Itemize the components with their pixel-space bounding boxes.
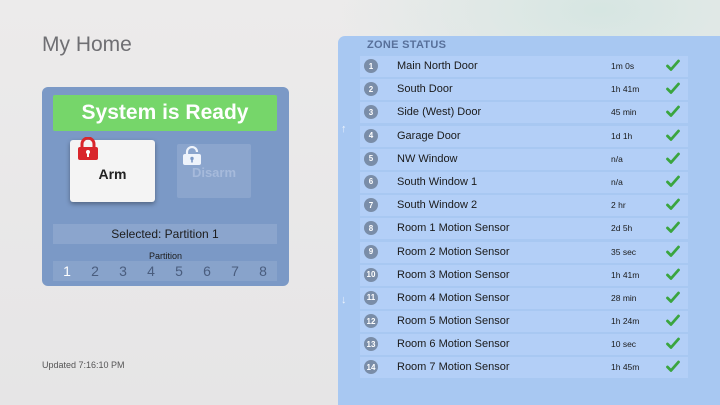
partition-option[interactable]: 8 (259, 263, 267, 279)
zone-number: 10 (364, 267, 378, 282)
zone-number: 13 (364, 337, 378, 352)
zone-row[interactable]: 10 Room 3 Motion Sensor 1h 41m (360, 264, 688, 286)
zone-row[interactable]: 4 Garage Door 1d 1h (360, 125, 688, 147)
zone-number: 14 (364, 360, 378, 375)
system-status-banner: System is Ready (53, 95, 277, 131)
zone-name: Room 4 Motion Sensor (397, 291, 510, 304)
arrow-up-icon[interactable]: ↑ (341, 123, 347, 135)
zone-time: 1m 0s (611, 61, 635, 71)
zone-row[interactable]: 12 Room 5 Motion Sensor 1h 24m (360, 311, 688, 333)
zone-name: Room 2 Motion Sensor (397, 245, 510, 258)
zone-row[interactable]: 3 Side (West) Door 45 min (360, 102, 688, 124)
partition-selector: 1 2 3 4 5 6 7 8 (53, 261, 277, 281)
zone-name: Garage Door (397, 129, 461, 142)
zone-time: 2 hr (611, 200, 626, 211)
zone-name: Room 5 Motion Sensor (397, 315, 510, 328)
zone-row[interactable]: 8 Room 1 Motion Sensor 2d 5h (360, 218, 688, 240)
partition-option[interactable]: 7 (231, 263, 239, 279)
zone-name: Room 3 Motion Sensor (397, 268, 510, 281)
zone-name: Main North Door (397, 60, 478, 72)
zone-list: 1 Main North Door 1m 0s 2 South Door 1h 41m 3 S… (360, 56, 688, 381)
partition-option[interactable]: 5 (175, 263, 183, 279)
check-icon (666, 198, 680, 216)
arrow-down-icon[interactable]: ↓ (341, 294, 347, 306)
zone-time: 2d 5h (611, 223, 633, 234)
check-icon (666, 152, 680, 170)
zone-time: n/a (611, 176, 623, 187)
zone-number: 7 (364, 198, 378, 213)
partition-option[interactable]: 1 (63, 263, 71, 279)
check-icon (666, 291, 680, 309)
list-fade (338, 377, 720, 405)
zone-number: 4 (364, 128, 378, 143)
zone-number: 12 (364, 314, 378, 329)
security-panel: System is Ready Arm Disarm Selected: Par… (42, 87, 289, 286)
zone-number: 5 (364, 151, 378, 166)
zone-name: Room 1 Motion Sensor (397, 222, 510, 235)
check-icon (666, 314, 680, 332)
zone-number: 9 (364, 244, 378, 259)
disarm-button[interactable]: Disarm (177, 144, 251, 198)
zone-time: 28 min (611, 292, 637, 303)
zone-name: South Window 1 (397, 175, 478, 188)
zone-number: 2 (364, 82, 378, 97)
zone-row[interactable]: 11 Room 4 Motion Sensor 28 min (360, 287, 688, 309)
zone-name: Side (West) Door (397, 106, 482, 119)
check-icon (666, 59, 680, 77)
zone-row[interactable]: 2 South Door 1h 41m (360, 79, 688, 101)
arm-button[interactable]: Arm (70, 136, 155, 202)
zone-time: 45 min (611, 107, 637, 118)
check-icon (666, 360, 680, 378)
zone-number: 11 (364, 290, 378, 305)
zone-row[interactable]: 13 Room 6 Motion Sensor 10 sec (360, 334, 688, 356)
zone-row[interactable]: 1 Main North Door 1m 0s (360, 56, 688, 77)
check-icon (666, 129, 680, 147)
zone-row[interactable]: 9 Room 2 Motion Sensor 35 sec (360, 241, 688, 263)
zone-time: n/a (611, 153, 623, 164)
last-updated: Updated 7:16:10 PM (42, 360, 125, 370)
zone-time: 35 sec (611, 246, 637, 257)
check-icon (666, 268, 680, 286)
zone-time: 1h 41m (611, 84, 640, 95)
check-icon (666, 175, 680, 193)
zone-name: Room 6 Motion Sensor (397, 338, 510, 351)
zone-row[interactable]: 6 South Window 1 n/a (360, 171, 688, 193)
check-icon (666, 105, 680, 123)
check-icon (666, 221, 680, 239)
zone-number: 8 (364, 221, 378, 236)
partition-option[interactable]: 2 (91, 263, 99, 279)
zone-time: 1h 41m (611, 269, 640, 280)
partition-option[interactable]: 3 (119, 263, 127, 279)
zone-number: 1 (364, 59, 378, 73)
partition-option[interactable]: 4 (147, 263, 155, 279)
zone-time: 10 sec (611, 339, 637, 350)
page-title: My Home (42, 33, 132, 56)
zone-status-panel: ZONE STATUS ↑ ↓ 1 Main North Door 1m 0s 2 So… (338, 36, 720, 405)
check-icon (666, 245, 680, 263)
zone-number: 6 (364, 174, 378, 189)
zone-status-title: ZONE STATUS (367, 39, 447, 51)
zone-name: South Window 2 (397, 199, 478, 212)
zone-row[interactable]: 7 South Window 2 2 hr (360, 195, 688, 217)
zone-number: 3 (364, 105, 378, 120)
zone-time: 1h 24m (611, 316, 640, 327)
disarm-label: Disarm (191, 165, 237, 180)
arm-label: Arm (98, 166, 127, 182)
lock-icon (75, 136, 101, 166)
check-icon (666, 82, 680, 100)
zone-row[interactable]: 5 NW Window n/a (360, 148, 688, 170)
zone-name: Room 7 Motion Sensor (397, 361, 510, 374)
zone-row[interactable]: 14 Room 7 Motion Sensor 1h 45m (360, 357, 688, 379)
partition-label: Partition (148, 251, 183, 261)
zone-time: 1h 45m (611, 362, 640, 373)
zone-time: 1d 1h (611, 130, 633, 141)
zone-name: South Door (397, 83, 453, 96)
zone-name: NW Window (397, 152, 458, 165)
selected-partition: Selected: Partition 1 (53, 224, 277, 244)
partition-option[interactable]: 6 (203, 263, 211, 279)
check-icon (666, 337, 680, 355)
